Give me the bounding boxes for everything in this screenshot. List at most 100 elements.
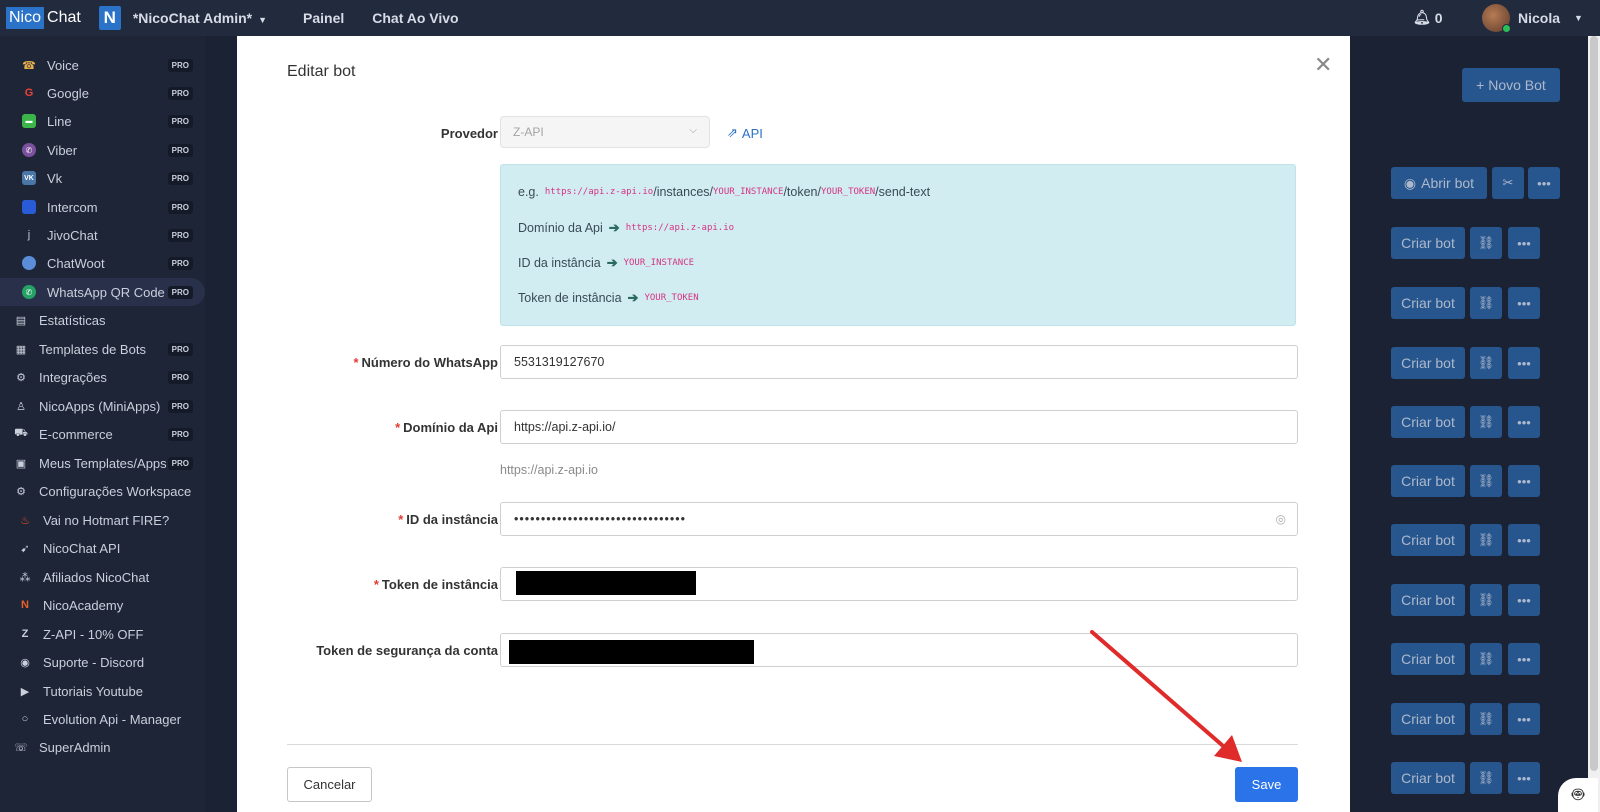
sidebar-item-afiliados[interactable]: ⁂ Afiliados NicoChat bbox=[0, 563, 205, 591]
more-options-icon[interactable]: ••• bbox=[1508, 643, 1540, 675]
sidebar-item-tutoriais-youtube[interactable]: ▶ Tutoriais Youtube bbox=[0, 677, 205, 705]
chatwoot-icon bbox=[22, 256, 36, 270]
link-icon[interactable]: ⛓ bbox=[1470, 524, 1502, 556]
more-options-icon[interactable]: ••• bbox=[1508, 703, 1540, 735]
api-domain-hint: https://api.z-api.io bbox=[500, 463, 598, 477]
modal-divider bbox=[287, 744, 1298, 745]
scrollbar-thumb[interactable] bbox=[1590, 36, 1598, 771]
sidebar-item-chatwoot[interactable]: ChatWoot PRO bbox=[0, 249, 205, 277]
more-options-icon[interactable]: ••• bbox=[1508, 287, 1540, 319]
save-button[interactable]: Save bbox=[1235, 767, 1298, 802]
link-icon[interactable]: ⛓ bbox=[1470, 703, 1502, 735]
whatsapp-icon: ✆ bbox=[22, 285, 36, 299]
link-icon[interactable]: ⛓ bbox=[1470, 347, 1502, 379]
example-url-part: YOUR_INSTANCE bbox=[713, 187, 784, 197]
required-asterisk: * bbox=[398, 512, 404, 527]
close-icon[interactable]: ✕ bbox=[1314, 52, 1332, 78]
sidebar-item-vk[interactable]: VK Vk PRO bbox=[0, 164, 205, 192]
unlink-icon[interactable]: ✂ bbox=[1492, 167, 1524, 199]
sidebar-item-line[interactable]: ▬ Line PRO bbox=[0, 107, 205, 135]
link-icon[interactable]: ⛓ bbox=[1470, 465, 1502, 497]
eye-icon[interactable]: ◎ bbox=[1276, 512, 1287, 526]
sidebar-item-ecommerce[interactable]: ⛟ E-commerce PRO bbox=[0, 420, 205, 448]
create-bot-button[interactable]: Criar bot bbox=[1391, 762, 1465, 794]
create-bot-button[interactable]: Criar bot bbox=[1391, 465, 1465, 497]
sidebar-item-integracoes[interactable]: ⚙ Integrações PRO bbox=[0, 363, 205, 391]
create-bot-button[interactable]: Criar bot bbox=[1391, 347, 1465, 379]
link-icon[interactable]: ⛓ bbox=[1470, 762, 1502, 794]
sidebar-item-google[interactable]: G Google PRO bbox=[0, 79, 205, 107]
page-scrollbar[interactable] bbox=[1588, 36, 1600, 812]
create-bot-button[interactable]: Criar bot bbox=[1391, 584, 1465, 616]
link-icon[interactable]: ⛓ bbox=[1470, 643, 1502, 675]
sidebar-item-nicoacademy[interactable]: N NicoAcademy bbox=[0, 591, 205, 619]
api-docs-link[interactable]: ⇗ API bbox=[727, 125, 763, 141]
sidebar-item-superadmin[interactable]: ☏ SuperAdmin bbox=[0, 733, 205, 761]
sidebar-item-evolution-api[interactable]: ○ Evolution Api - Manager bbox=[0, 705, 205, 733]
sidebar-item-intercom[interactable]: Intercom PRO bbox=[0, 193, 205, 221]
edit-bot-modal: Editar bot ✕ Provedor Z-API ⌵ ⇗ API e.g.… bbox=[237, 36, 1350, 812]
instance-token-input[interactable] bbox=[500, 567, 1298, 601]
link-icon[interactable]: ⛓ bbox=[1470, 584, 1502, 616]
create-bot-button[interactable]: Criar bot bbox=[1391, 703, 1465, 735]
pro-badge: PRO bbox=[167, 228, 193, 242]
logo-chat: Chat bbox=[47, 9, 81, 26]
example-url-part: /send-text bbox=[875, 185, 931, 199]
more-options-icon[interactable]: ••• bbox=[1508, 347, 1540, 379]
more-options-icon[interactable]: ••• bbox=[1508, 584, 1540, 616]
sidebar-item-zapi[interactable]: Z Z-API - 10% OFF bbox=[0, 620, 205, 648]
create-bot-button[interactable]: Criar bot bbox=[1391, 227, 1465, 259]
user-menu[interactable]: Nicola ▼ bbox=[1482, 4, 1583, 33]
nicochat-logo[interactable]: Nico Chat bbox=[6, 7, 81, 29]
more-options-icon[interactable]: ••• bbox=[1528, 167, 1560, 199]
create-bot-button[interactable]: Criar bot bbox=[1391, 524, 1465, 556]
workspace-selector[interactable]: *NicoChat Admin* ▼ bbox=[133, 10, 267, 26]
sidebar-item-whatsapp-qr-code[interactable]: ✆ WhatsApp QR Code PRO bbox=[0, 278, 205, 306]
instance-info-line: ID da instância ➔ YOUR_INSTANCE bbox=[518, 255, 694, 271]
sidebar-item-label: Evolution Api - Manager bbox=[43, 711, 182, 727]
link-icon[interactable]: ⛓ bbox=[1470, 406, 1502, 438]
info-label: Token de instância bbox=[518, 291, 622, 305]
sidebar-item-jivochat[interactable]: j JivoChat PRO bbox=[0, 221, 205, 249]
more-options-icon[interactable]: ••• bbox=[1508, 227, 1540, 259]
pro-badge: PRO bbox=[167, 114, 193, 128]
sidebar-item-nicochat-api[interactable]: ➹ NicoChat API bbox=[0, 534, 205, 562]
sidebar-item-templates-de-bots[interactable]: ▦ Templates de Bots PRO bbox=[0, 335, 205, 363]
notifications-button[interactable]: 🔔︎ 0 bbox=[1413, 9, 1443, 26]
sidebar-item-configuracoes-workspace[interactable]: ⚙ Configurações Workspace bbox=[0, 477, 205, 505]
sidebar-item-viber[interactable]: ✆ Viber PRO bbox=[0, 136, 205, 164]
provider-select[interactable]: Z-API ⌵ bbox=[500, 116, 710, 148]
sidebar-item-hotmart-fire[interactable]: ♨ Vai no Hotmart FIRE? bbox=[0, 506, 205, 534]
more-options-icon[interactable]: ••• bbox=[1508, 762, 1540, 794]
create-bot-button[interactable]: Criar bot bbox=[1391, 406, 1465, 438]
sidebar-item-meus-templates[interactable]: ▣ Meus Templates/Apps PRO bbox=[0, 449, 205, 477]
instance-id-masked-value: •••••••••••••••••••••••••••••••• bbox=[514, 512, 687, 526]
document-icon: ▦ bbox=[15, 343, 27, 356]
more-options-icon[interactable]: ••• bbox=[1508, 524, 1540, 556]
nav-painel[interactable]: Painel bbox=[303, 10, 344, 26]
new-bot-button[interactable]: + Novo Bot bbox=[1462, 68, 1560, 102]
more-options-icon[interactable]: ••• bbox=[1508, 406, 1540, 438]
top-navbar: Nico Chat N *NicoChat Admin* ▼ Painel Cha… bbox=[0, 0, 1600, 36]
create-bot-button[interactable]: Criar bot bbox=[1391, 643, 1465, 675]
open-bot-button[interactable]: ◉ Abrir bot bbox=[1391, 167, 1487, 199]
more-options-icon[interactable]: ••• bbox=[1508, 465, 1540, 497]
api-domain-input[interactable]: https://api.z-api.io/ bbox=[500, 410, 1298, 444]
link-icon[interactable]: ⛓ bbox=[1470, 227, 1502, 259]
create-bot-button[interactable]: Criar bot bbox=[1391, 287, 1465, 319]
sidebar-item-nicoapps[interactable]: ♙ NicoApps (MiniApps) PRO bbox=[0, 392, 205, 420]
sidebar-item-estatisticas[interactable]: ▤ Estatísticas bbox=[0, 306, 205, 334]
whatsapp-number-input[interactable]: 5531319127670 bbox=[500, 345, 1298, 379]
pro-badge: PRO bbox=[167, 171, 193, 185]
nav-chat-ao-vivo[interactable]: Chat Ao Vivo bbox=[372, 10, 458, 26]
sidebar-item-label: Voice bbox=[47, 57, 79, 73]
link-icon[interactable]: ⛓ bbox=[1470, 287, 1502, 319]
chat-widget-robot-icon[interactable]: 🤖︎ bbox=[1558, 778, 1598, 812]
zapi-icon: Z bbox=[21, 628, 29, 640]
cancel-button[interactable]: Cancelar bbox=[287, 767, 372, 802]
sidebar-item-suporte-discord[interactable]: ◉ Suporte - Discord bbox=[0, 648, 205, 676]
sidebar-item-voice[interactable]: ☎ Voice PRO bbox=[0, 51, 205, 79]
pro-badge: PRO bbox=[167, 370, 193, 384]
security-token-input[interactable] bbox=[500, 633, 1298, 667]
instance-id-input[interactable]: •••••••••••••••••••••••••••••••• ◎ bbox=[500, 502, 1298, 536]
